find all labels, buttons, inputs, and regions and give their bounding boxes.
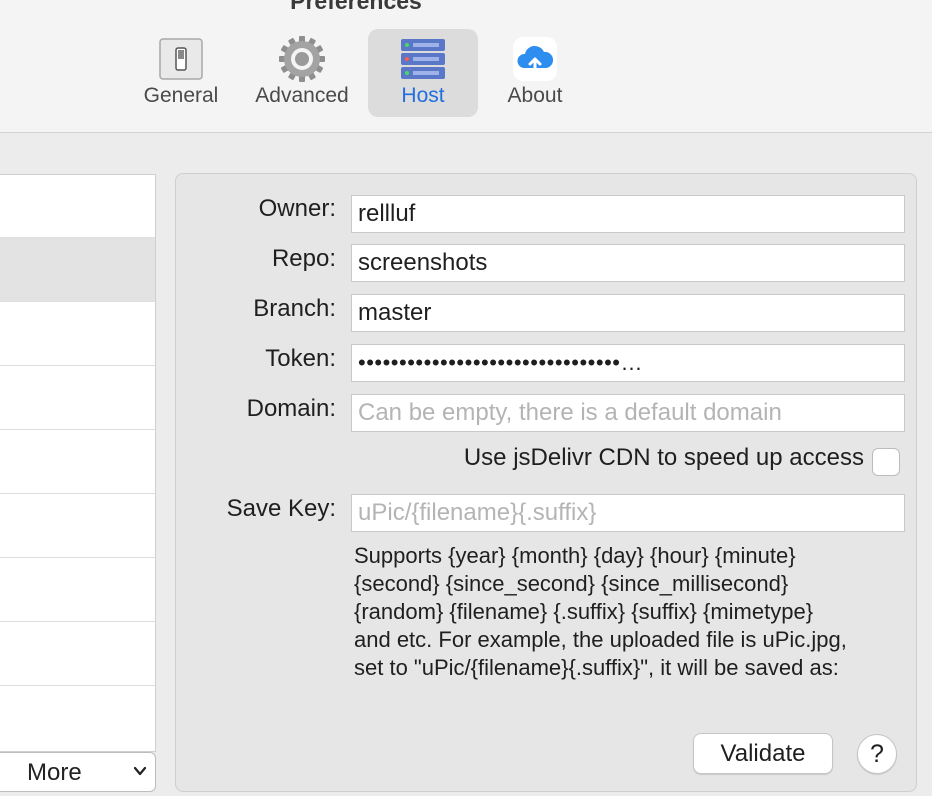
save-key-label: Save Key: [226,495,336,522]
list-item[interactable] [0,366,155,430]
tab-host[interactable]: Host [368,29,478,117]
tab-advanced[interactable]: Advanced [246,29,358,117]
help-line: Supports {year} {month} {day} {hour} {mi… [354,543,796,568]
cdn-checkbox-label: Use jsDelivr CDN to speed up access [463,444,864,471]
tab-general[interactable]: General [137,29,225,117]
list-item[interactable] [0,686,155,752]
domain-field[interactable]: Can be empty, there is a default domain [351,394,905,432]
owner-label: Owner: [258,195,336,222]
help-line: {second} {since_second} {since_milliseco… [354,571,789,596]
server-icon [401,39,445,79]
list-item[interactable] [0,494,155,558]
preferences-toolbar: Preferences General Advanced Host About [0,0,932,133]
list-item[interactable] [0,175,155,238]
more-dropdown[interactable]: More [0,752,156,792]
help-button[interactable]: ? [857,734,897,774]
repo-label: Repo: [271,245,336,272]
token-label: Token: [265,345,336,372]
help-line: {random} {filename} {.suffix} {suffix} {… [354,599,814,624]
domain-label: Domain: [246,395,336,422]
tab-about-label: About [507,84,563,107]
window-title: Preferences [290,0,422,14]
branch-label: Branch: [253,295,336,322]
host-list [0,174,156,752]
owner-field[interactable]: rellluf [351,195,905,233]
cdn-checkbox[interactable] [872,448,900,476]
list-item[interactable] [0,302,155,366]
list-item-selected[interactable] [0,238,155,302]
help-line: and etc. For example, the uploaded file … [354,627,847,652]
more-dropdown-label: More [27,759,82,786]
save-key-field[interactable]: uPic/{filename}{.suffix} [351,494,905,532]
help-line: set to "uPic/{filename}{.suffix}", it wi… [354,655,839,680]
tab-about[interactable]: About [495,29,575,117]
save-key-help-text: Supports {year} {month} {day} {hour} {mi… [354,542,914,682]
tab-advanced-label: Advanced [255,84,349,107]
branch-field[interactable]: master [351,294,905,332]
tab-host-label: Host [401,84,445,107]
switch-icon [159,38,203,80]
repo-field[interactable]: screenshots [351,244,905,282]
gear-icon [279,36,325,82]
token-field[interactable]: ••••••••••••••••••••••••••••••••… [351,344,905,382]
validate-button[interactable]: Validate [693,733,833,774]
list-item[interactable] [0,430,155,494]
chevron-down-icon [133,766,147,776]
list-item[interactable] [0,622,155,686]
list-item[interactable] [0,558,155,622]
tab-general-label: General [143,84,219,107]
cloud-upload-icon [513,37,557,81]
